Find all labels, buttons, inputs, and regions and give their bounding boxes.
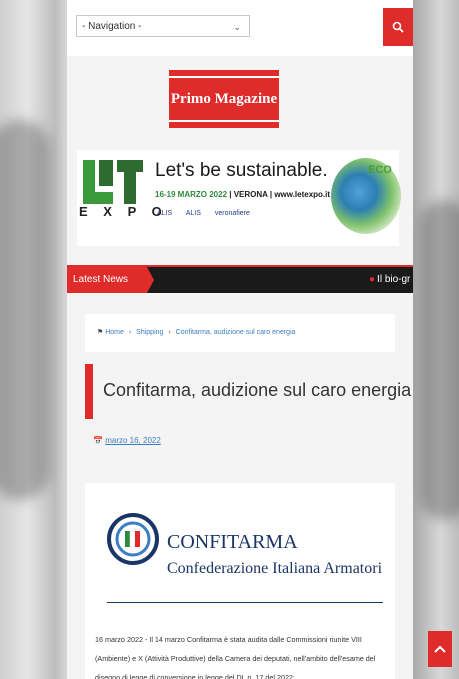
- ad-partner-logos: ALIS ALIS veronafiere: [157, 210, 262, 217]
- ticker-item[interactable]: ● Il bio-gr: [369, 267, 410, 293]
- ad-date: 16-19 MARZO 2022: [155, 190, 228, 199]
- breadcrumb-home[interactable]: Home: [105, 329, 124, 336]
- partner-logo: veronafiere: [214, 210, 250, 217]
- org-name: CONFITARMA: [167, 531, 298, 553]
- navigation-select[interactable]: - Navigation - ⌄: [76, 15, 250, 37]
- mobile-page: - Navigation - ⌄ Primo Magazine E X P O …: [67, 0, 413, 679]
- partner-logo: ALIS: [157, 210, 173, 217]
- ticker-item-text: Il bio-gr: [377, 274, 411, 285]
- news-ticker: Latest News ● Il bio-gr: [67, 265, 413, 293]
- ad-banner[interactable]: E X P O Let's be sustainable. 16-19 MARZ…: [77, 150, 401, 246]
- divider: [107, 602, 383, 603]
- site-logo-text: Primo Magazine: [170, 90, 278, 107]
- title-accent-bar: [85, 364, 93, 419]
- background-figure-left: [0, 120, 50, 500]
- chevron-down-icon: ⌄: [233, 22, 241, 32]
- page-title: Confitarma, audizione sul caro energia: [103, 380, 412, 400]
- article-body: 16 marzo 2022 - Il 14 marzo Confitarma è…: [95, 635, 376, 679]
- home-icon: ⚑: [97, 329, 104, 336]
- search-icon: [392, 21, 404, 33]
- calendar-icon: 📅: [93, 436, 103, 445]
- latest-news-label: Latest News: [67, 267, 154, 293]
- top-bar: - Navigation - ⌄: [67, 0, 413, 56]
- breadcrumb: ⚑ Home › Shipping › Confitarma, audizion…: [85, 314, 395, 352]
- article-title-block: Confitarma, audizione sul caro energia: [85, 364, 411, 419]
- site-logo[interactable]: Primo Magazine: [169, 70, 279, 128]
- chevron-up-icon: [434, 645, 446, 653]
- scroll-to-top-button[interactable]: [428, 631, 452, 667]
- breadcrumb-current[interactable]: Confitarma, audizione sul caro energia: [176, 329, 296, 336]
- ad-date-line: 16-19 MARZO 2022 | VERONA | www.letexpo.…: [155, 190, 330, 199]
- breadcrumb-separator: ›: [168, 329, 171, 336]
- bullet-icon: ●: [369, 274, 376, 285]
- article-date[interactable]: marzo 16, 2022: [105, 436, 161, 445]
- ad-location: | VERONA | www.letexpo.it: [227, 190, 331, 199]
- let-expo-logo: [83, 160, 143, 204]
- org-full-name: Confederazione Italiana Armatori: [167, 560, 383, 577]
- breadcrumb-section[interactable]: Shipping: [136, 329, 163, 336]
- navigation-select-value: - Navigation -: [82, 21, 142, 32]
- article-date-line: 📅 marzo 16, 2022: [93, 436, 161, 445]
- background-figure-right: [420, 200, 459, 520]
- breadcrumb-separator: ›: [128, 329, 132, 336]
- expo-wordmark: E X P O: [79, 204, 168, 219]
- article-content: CONFITARMA Confederazione Italiana Armat…: [85, 483, 395, 679]
- ad-slogan: Let's be sustainable.: [155, 160, 328, 181]
- search-button[interactable]: [383, 8, 413, 46]
- confitarma-emblem-icon: [107, 513, 159, 565]
- eco-label: ECO: [368, 164, 392, 176]
- partner-logo: ALIS: [185, 210, 201, 217]
